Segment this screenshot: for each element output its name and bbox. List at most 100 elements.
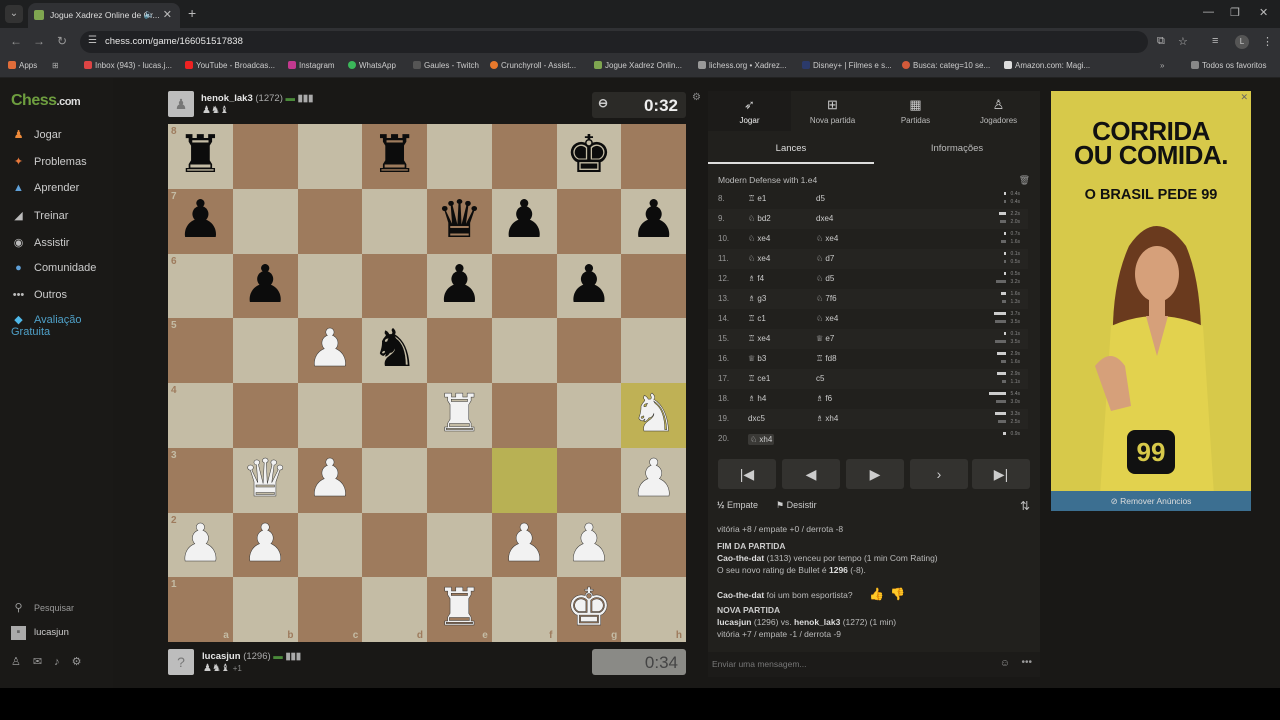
square-d8[interactable]: ♜ bbox=[362, 124, 427, 189]
square-a2[interactable]: 2 ♟ bbox=[168, 512, 233, 578]
white-rook[interactable]: ♜ bbox=[427, 383, 492, 448]
more-options-icon[interactable]: ••• bbox=[1021, 657, 1032, 668]
previous-move-button[interactable]: ◀ bbox=[782, 459, 840, 489]
settings-gear-icon[interactable]: ⚙ bbox=[692, 92, 701, 103]
minimize-icon[interactable]: — bbox=[1203, 6, 1214, 18]
black-move[interactable]: ♕ e7 bbox=[816, 334, 834, 343]
white-move[interactable]: ♗ f4 bbox=[748, 274, 764, 283]
sidebar-search[interactable]: ⚲ Pesquisar bbox=[11, 601, 74, 614]
square-f3[interactable] bbox=[491, 447, 557, 513]
square-e3[interactable] bbox=[427, 447, 492, 513]
black-pawn[interactable]: ♟ bbox=[492, 189, 557, 254]
white-move[interactable]: ♖ xe4 bbox=[748, 334, 770, 343]
last-move-button[interactable]: ▶| bbox=[972, 459, 1030, 489]
black-move[interactable]: ♘ d7 bbox=[816, 254, 834, 263]
square-f4[interactable] bbox=[491, 383, 557, 448]
thumbs-down-icon[interactable]: 👎 bbox=[890, 587, 905, 601]
white-move[interactable]: ♘ xh4 bbox=[748, 434, 775, 445]
bookmark-twitch[interactable]: Gaules - Twitch bbox=[413, 61, 479, 70]
bookmark-chesscom[interactable]: Jogue Xadrez Onlin... bbox=[594, 61, 682, 70]
top-player-avatar[interactable]: ♟ bbox=[168, 91, 194, 117]
advertisement[interactable]: ✕ CORRIDA OU COMIDA. O BRASIL PEDE 99 99 bbox=[1051, 91, 1251, 511]
first-move-button[interactable]: |◀ bbox=[718, 459, 776, 489]
black-move[interactable]: ♖ fd8 bbox=[816, 354, 837, 363]
square-h4[interactable]: ♞ bbox=[621, 383, 686, 448]
sidebar-item-assistir[interactable]: ◉ Assistir bbox=[11, 236, 70, 249]
square-b8[interactable] bbox=[232, 124, 298, 189]
grid-icon[interactable]: ⊞ bbox=[52, 61, 59, 70]
square-f6[interactable] bbox=[491, 253, 557, 319]
square-c4[interactable] bbox=[297, 383, 363, 448]
opening-name[interactable]: Modern Defense with 1.e4 bbox=[718, 175, 817, 185]
bookmark-amazon[interactable]: Amazon.com: Magi... bbox=[1004, 61, 1090, 70]
white-move[interactable]: ♖ e1 bbox=[748, 194, 766, 203]
square-g6[interactable]: ♟ bbox=[556, 253, 622, 319]
chesscom-logo[interactable]: Chess.com bbox=[11, 92, 81, 110]
square-f8[interactable] bbox=[491, 124, 557, 189]
emoji-icon[interactable]: ☺ bbox=[1000, 658, 1010, 669]
black-rook[interactable]: ♜ bbox=[362, 124, 427, 189]
square-g1[interactable]: g ♚ bbox=[556, 577, 622, 642]
white-rook[interactable]: ♜ bbox=[427, 577, 492, 642]
square-c1[interactable]: c bbox=[297, 577, 363, 642]
play-button[interactable]: ▶ bbox=[846, 459, 904, 489]
white-move[interactable]: ♖ ce1 bbox=[748, 374, 770, 383]
black-move[interactable]: ♘ xe4 bbox=[816, 234, 838, 243]
black-move[interactable]: d5 bbox=[816, 194, 825, 203]
square-b6[interactable]: ♟ bbox=[232, 253, 298, 319]
menu-icon[interactable]: ⋮ bbox=[1262, 35, 1273, 48]
white-move[interactable]: ♘ bd2 bbox=[748, 214, 771, 223]
white-pawn[interactable]: ♟ bbox=[298, 318, 363, 383]
square-e7[interactable]: ♛ bbox=[427, 188, 492, 254]
black-rook[interactable]: ♜ bbox=[168, 124, 233, 189]
white-pawn[interactable]: ♟ bbox=[168, 513, 233, 578]
subtab-lances[interactable]: Lances bbox=[708, 138, 874, 164]
square-h8[interactable] bbox=[621, 124, 686, 189]
profile-avatar[interactable]: L bbox=[1235, 35, 1249, 49]
bookmark-whatsapp[interactable]: WhatsApp bbox=[348, 61, 396, 70]
square-g7[interactable] bbox=[556, 188, 622, 254]
black-move[interactable]: dxe4 bbox=[816, 214, 833, 223]
subtab-informacoes[interactable]: Informações bbox=[874, 138, 1040, 164]
square-d6[interactable] bbox=[362, 253, 427, 319]
install-icon[interactable]: ⧉ bbox=[1157, 35, 1165, 48]
sidebar-footer-icons[interactable]: ♙✉♪⚙ bbox=[11, 655, 93, 668]
sidebar-item-treinar[interactable]: ◢ Treinar bbox=[11, 209, 68, 222]
tab-jogadores[interactable]: ♙ Jogadores bbox=[957, 91, 1040, 131]
square-d3[interactable] bbox=[362, 447, 427, 513]
white-move[interactable]: ♕ b3 bbox=[748, 354, 766, 363]
square-e1[interactable]: e ♜ bbox=[427, 577, 492, 642]
square-e2[interactable] bbox=[427, 512, 492, 578]
restore-icon[interactable]: ❐ bbox=[1230, 6, 1240, 19]
black-move[interactable]: ♗ xh4 bbox=[816, 414, 838, 423]
white-queen[interactable]: ♛ bbox=[233, 448, 298, 513]
black-pawn[interactable]: ♟ bbox=[621, 189, 686, 254]
black-move[interactable]: ♘ 7f6 bbox=[816, 294, 837, 303]
thumbs-up-icon[interactable]: 👍 bbox=[869, 587, 884, 601]
draw-button[interactable]: ½ Empate bbox=[717, 500, 758, 510]
white-pawn[interactable]: ♟ bbox=[298, 448, 363, 513]
all-bookmarks[interactable]: Todos os favoritos bbox=[1191, 61, 1266, 70]
trash-icon[interactable]: 🗑 bbox=[1019, 175, 1030, 186]
square-b3[interactable]: ♛ bbox=[232, 447, 298, 513]
square-a4[interactable]: 4 bbox=[168, 383, 233, 448]
square-b1[interactable]: b bbox=[232, 577, 298, 642]
square-c3[interactable]: ♟ bbox=[297, 447, 363, 513]
white-move[interactable]: dxc5 bbox=[748, 414, 765, 423]
speaker-icon[interactable]: 🔈 bbox=[144, 9, 155, 20]
square-h7[interactable]: ♟ bbox=[621, 188, 686, 254]
square-c7[interactable] bbox=[297, 188, 363, 254]
square-f7[interactable]: ♟ bbox=[491, 188, 557, 254]
browser-tab[interactable]: Jogue Xadrez Online de Gr... 🔈 ✕ bbox=[28, 3, 180, 28]
square-d2[interactable] bbox=[362, 512, 427, 578]
white-move[interactable]: ♗ h4 bbox=[748, 394, 766, 403]
square-g2[interactable]: ♟ bbox=[556, 512, 622, 578]
flip-board-icon[interactable]: ⇅ bbox=[1020, 499, 1030, 513]
bookmark-youtube[interactable]: YouTube - Broadcas... bbox=[185, 61, 275, 70]
square-e4[interactable]: ♜ bbox=[427, 383, 492, 448]
square-a1[interactable]: 1a bbox=[168, 577, 233, 642]
sidebar-item-jogar[interactable]: ♟ Jogar bbox=[11, 128, 62, 141]
black-pawn[interactable]: ♟ bbox=[427, 254, 492, 319]
more-bookmarks-icon[interactable]: » bbox=[1160, 61, 1164, 70]
square-g3[interactable] bbox=[556, 447, 622, 513]
